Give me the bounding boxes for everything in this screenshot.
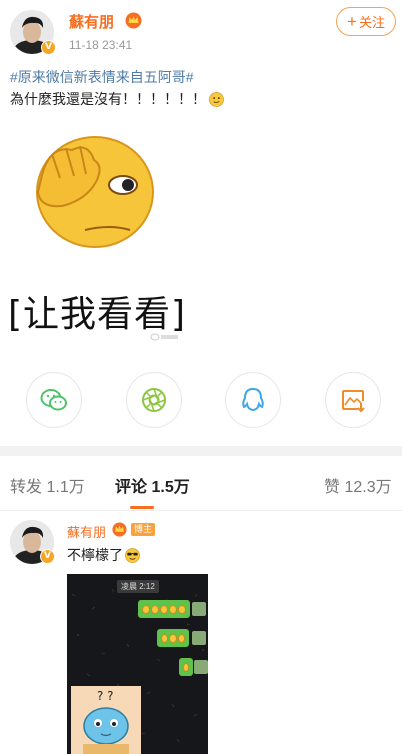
follow-label: 关注 [358,15,385,30]
tab-comment-label: 评论 [115,479,148,496]
tab-comment-count: 1.5万 [151,479,190,496]
commenter-name[interactable]: 蘇有朋 [67,522,106,541]
section-divider [0,446,402,456]
commenter-verified-icon: V [40,549,55,564]
post-time: 11-18 23:41 [69,38,133,52]
squirtle-sticker-image: ? ? [71,686,141,754]
hashtag-link[interactable]: #原来微信新表情来自五阿哥# [10,67,194,87]
comment-text: 不檸檬了 [67,545,140,565]
weibo-watermark-icon [150,333,178,341]
interaction-tabs: 转发 1.1万 评论 1.5万 赞 12.3万 [0,456,402,511]
plus-icon: + [347,12,357,31]
smirk-emoji-icon [209,91,224,107]
tab-repost-count: 1.1万 [46,479,85,496]
crown-icon [125,12,142,29]
sunglasses-emoji-icon [125,547,140,563]
chat-avatar [194,660,208,674]
save-image-icon [342,390,365,413]
commenter-crown-icon [112,522,127,537]
chat-bubble [138,600,190,618]
tab-repost-label: 转发 [10,479,43,496]
comment-image[interactable]: 凌晨 2:12 ? ? [67,574,208,754]
sticker-caption: [让我看看] [8,294,187,335]
share-qq-button[interactable] [225,372,281,428]
comment-text-content: 不檸檬了 [67,547,123,563]
share-row [0,372,402,428]
wechat-icon [40,389,67,411]
chat-timestamp: 凌晨 2:12 [117,580,159,593]
save-image-button[interactable] [325,372,381,428]
tab-repost[interactable]: 转发 1.1万 [10,473,85,497]
chat-bubble [157,629,189,647]
follow-button[interactable]: + 关注 [336,7,396,36]
verified-badge-icon: V [41,40,56,55]
moments-icon [142,388,166,412]
chat-avatar [192,602,206,616]
tab-like-label: 赞 [324,479,341,496]
chat-bubble [179,658,193,676]
tab-comment[interactable]: 评论 1.5万 [115,473,190,497]
author-name[interactable]: 蘇有朋 [69,11,114,32]
post-text: 為什麼我還是沒有！！！！！！ [10,89,224,109]
qq-icon [242,387,264,412]
share-moments-button[interactable] [126,372,182,428]
svg-text:? ?: ? ? [97,689,114,703]
tab-like-count: 12.3万 [344,479,392,496]
tab-like[interactable]: 赞 12.3万 [324,473,392,497]
chat-avatar [192,631,206,645]
active-tab-indicator [130,506,154,509]
post-text-content: 為什麼我還是沒有！！！！！！ [10,91,206,107]
post-header: V 蘇有朋 11-18 23:41 + 关注 [0,0,402,62]
share-wechat-button[interactable] [26,372,82,428]
blogger-badge: 博主 [131,523,156,536]
